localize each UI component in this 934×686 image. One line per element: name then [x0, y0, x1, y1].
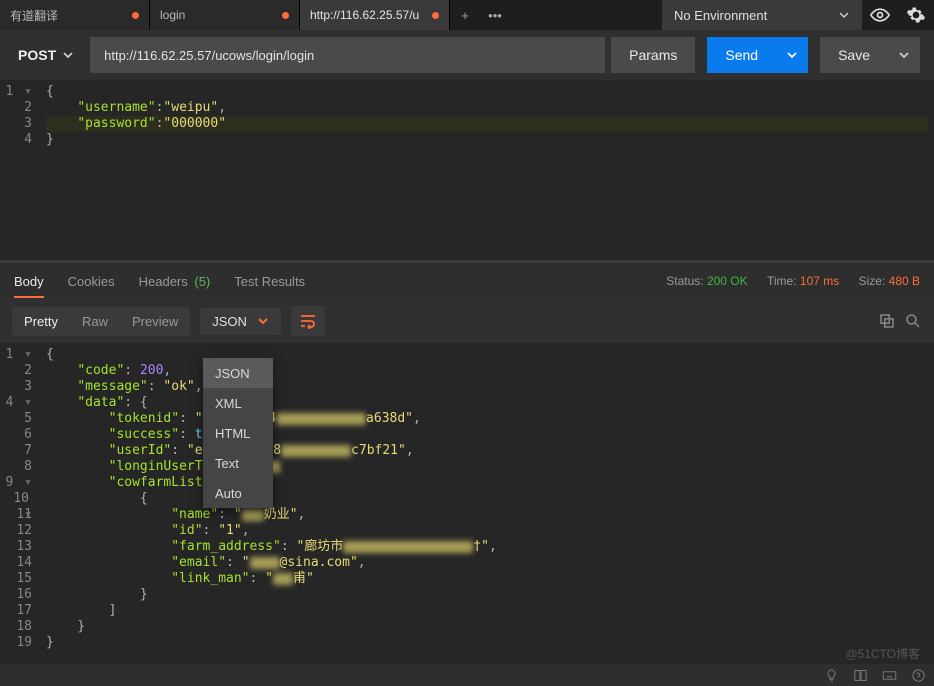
keyboard-icon[interactable] — [882, 668, 897, 683]
help-icon[interactable] — [911, 668, 926, 683]
method-selector[interactable]: POST — [18, 47, 84, 63]
response-tab-cookies[interactable]: Cookies — [68, 274, 115, 289]
chevron-down-icon — [838, 9, 850, 21]
response-body-editor[interactable]: 1 ▾234 ▾56789 ▾10 ▾111213141516171819 { … — [0, 343, 934, 655]
format-label: JSON — [212, 314, 247, 329]
tab-options-button[interactable]: ••• — [480, 0, 510, 30]
bulb-icon[interactable] — [824, 668, 839, 683]
save-dropdown[interactable] — [888, 37, 920, 73]
new-tab-button[interactable]: + — [450, 0, 480, 30]
modified-dot-icon — [282, 12, 289, 19]
tab[interactable]: http://116.62.25.57/u — [300, 0, 450, 30]
response-toolbar: PrettyRawPreview JSON — [0, 299, 934, 343]
response-tab-body[interactable]: Body — [14, 274, 44, 289]
gear-icon[interactable] — [898, 0, 934, 30]
format-option-xml[interactable]: XML — [203, 388, 273, 418]
url-text: http://116.62.25.57/ucows/login/login — [104, 48, 314, 63]
environment-selector[interactable]: No Environment — [662, 0, 862, 30]
panels-icon[interactable] — [853, 668, 868, 683]
params-button[interactable]: Params — [611, 37, 695, 73]
url-input[interactable]: http://116.62.25.57/ucows/login/login — [90, 37, 605, 73]
tab[interactable]: 有道翻译 — [0, 0, 150, 30]
search-icon[interactable] — [904, 312, 922, 330]
method-label: POST — [18, 47, 56, 63]
send-dropdown[interactable] — [776, 37, 808, 73]
tab-bar: 有道翻译 login http://116.62.25.57/u + ••• No … — [0, 0, 934, 30]
format-option-html[interactable]: HTML — [203, 418, 273, 448]
environment-label: No Environment — [674, 8, 767, 23]
status-bar — [0, 664, 934, 686]
save-button[interactable]: Save — [820, 37, 888, 73]
format-dropdown: JSONXMLHTMLTextAuto — [203, 358, 273, 508]
tab-label: http://116.62.25.57/u — [310, 8, 419, 22]
format-selector[interactable]: JSON — [200, 308, 281, 335]
copy-icon[interactable] — [878, 312, 896, 330]
mode-pretty[interactable]: Pretty — [12, 307, 70, 336]
mode-raw[interactable]: Raw — [70, 307, 120, 336]
chevron-down-icon — [62, 49, 74, 61]
chevron-down-icon — [257, 315, 269, 327]
response-header: Body Cookies Headers (5) Test Results Statu… — [0, 263, 934, 299]
watermark: @51CTO博客 — [845, 645, 920, 662]
chevron-down-icon — [786, 49, 798, 61]
tab-label: login — [160, 8, 185, 22]
request-bar: POST http://116.62.25.57/ucows/login/log… — [0, 30, 934, 80]
format-option-text[interactable]: Text — [203, 448, 273, 478]
modified-dot-icon — [132, 12, 139, 19]
wrap-icon[interactable] — [291, 306, 325, 336]
eye-icon[interactable] — [862, 0, 898, 30]
mode-preview[interactable]: Preview — [120, 307, 190, 336]
response-status: Status: 200 OK Time: 107 ms Size: 480 B — [650, 274, 920, 288]
response-tab-headers[interactable]: Headers (5) — [139, 274, 211, 289]
send-button[interactable]: Send — [707, 37, 776, 73]
response-tab-test-results[interactable]: Test Results — [234, 274, 305, 289]
tab[interactable]: login — [150, 0, 300, 30]
chevron-down-icon — [898, 49, 910, 61]
format-option-auto[interactable]: Auto — [203, 478, 273, 508]
request-body-editor[interactable]: 1 ▾234 { "username":"weipu", "password":… — [0, 80, 934, 260]
format-option-json[interactable]: JSON — [203, 358, 273, 388]
modified-dot-icon — [432, 12, 439, 19]
tab-label: 有道翻译 — [10, 7, 58, 24]
